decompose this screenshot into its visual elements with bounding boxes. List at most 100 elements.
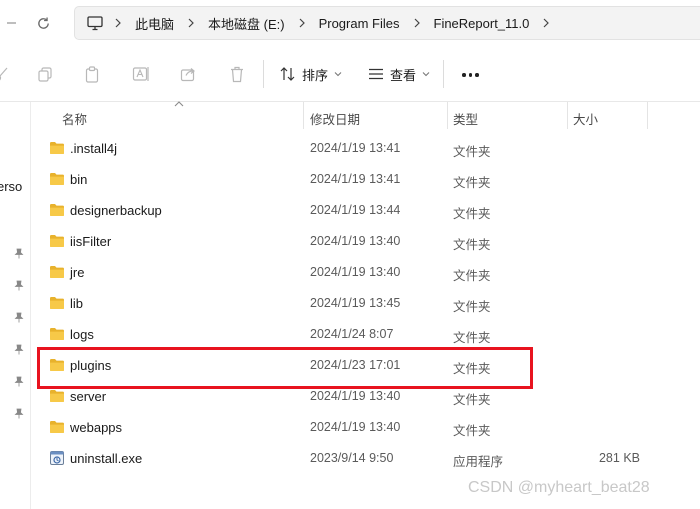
back-button[interactable] <box>0 12 22 34</box>
file-row-server[interactable]: server 2024/1/19 13:40 文件夹 <box>31 381 700 412</box>
file-name: plugins <box>70 358 112 373</box>
address-bar-row: 此电脑 本地磁盘 (E:) Program Files FineReport_1… <box>0 0 700 46</box>
pin-icon[interactable] <box>13 279 25 291</box>
chevron-right-icon[interactable] <box>535 18 557 28</box>
delete-icon[interactable] <box>227 64 247 84</box>
address-box[interactable]: 此电脑 本地磁盘 (E:) Program Files FineReport_1… <box>74 6 700 40</box>
file-date: 2024/1/19 13:45 <box>310 296 401 310</box>
file-name: bin <box>70 172 88 187</box>
chevron-right-icon[interactable] <box>291 18 313 28</box>
nav-item-partial[interactable]: erso <box>0 179 22 194</box>
file-row-iisfilter[interactable]: iisFilter 2024/1/19 13:40 文件夹 <box>31 226 700 257</box>
file-row-bin[interactable]: bin 2024/1/19 13:41 文件夹 <box>31 164 700 195</box>
folder-icon <box>49 389 65 403</box>
cut-icon[interactable] <box>0 64 12 84</box>
file-row-install4j[interactable]: .install4j 2024/1/19 13:41 文件夹 <box>31 133 700 164</box>
file-size: 281 KB <box>598 451 640 465</box>
pin-icon[interactable] <box>13 375 25 387</box>
sort-button[interactable]: 排序 <box>280 62 342 86</box>
chevron-right-icon[interactable] <box>406 18 428 28</box>
more-options-icon[interactable] <box>462 73 479 77</box>
file-date: 2024/1/19 13:40 <box>310 389 401 403</box>
file-type: 文件夹 <box>453 362 491 376</box>
column-header-name[interactable]: 名称 <box>62 109 87 128</box>
column-divider[interactable] <box>647 102 648 129</box>
file-row-uninstall-exe[interactable]: uninstall.exe 2023/9/14 9:50 应用程序 281 KB <box>31 443 700 474</box>
file-date: 2024/1/19 13:44 <box>310 203 401 217</box>
pin-icon[interactable] <box>13 311 25 323</box>
file-name: iisFilter <box>70 234 112 249</box>
file-row-plugins[interactable]: plugins 2024/1/23 17:01 文件夹 <box>31 350 700 381</box>
column-header-type[interactable]: 类型 <box>453 109 478 128</box>
breadcrumb-local-disk[interactable]: 本地磁盘 (E:) <box>202 14 291 33</box>
folder-icon <box>49 172 65 186</box>
folder-icon <box>49 141 65 155</box>
file-date: 2024/1/24 8:07 <box>310 327 394 341</box>
arrow-icon <box>7 22 16 24</box>
file-name: logs <box>70 327 94 342</box>
file-date: 2024/1/19 13:40 <box>310 234 401 248</box>
file-name: jre <box>70 265 85 280</box>
file-name: .install4j <box>70 141 117 156</box>
file-row-logs[interactable]: logs 2024/1/24 8:07 文件夹 <box>31 319 700 350</box>
file-date: 2024/1/19 13:41 <box>310 141 401 155</box>
file-date: 2024/1/23 17:01 <box>310 358 401 372</box>
file-type: 文件夹 <box>453 238 491 252</box>
refresh-button[interactable] <box>32 12 54 34</box>
file-date: 2024/1/19 13:40 <box>310 420 401 434</box>
command-toolbar: 排序 查看 <box>0 46 700 102</box>
view-icon <box>369 68 383 80</box>
file-type: 文件夹 <box>453 331 491 345</box>
navigation-pane: erso <box>0 102 31 509</box>
file-date: 2024/1/19 13:40 <box>310 265 401 279</box>
folder-icon <box>49 358 65 372</box>
toolbar-divider <box>443 60 444 88</box>
file-row-webapps[interactable]: webapps 2024/1/19 13:40 文件夹 <box>31 412 700 443</box>
view-label: 查看 <box>390 67 417 83</box>
breadcrumb-this-pc[interactable]: 此电脑 <box>129 14 180 33</box>
pin-icon[interactable] <box>13 247 25 259</box>
file-row-lib[interactable]: lib 2024/1/19 13:45 文件夹 <box>31 288 700 319</box>
column-header-size[interactable]: 大小 <box>573 109 598 128</box>
chevron-right-icon[interactable] <box>180 18 202 28</box>
breadcrumb-finereport[interactable]: FineReport_11.0 <box>428 16 536 31</box>
chevron-down-icon <box>422 72 430 77</box>
column-header-row: 名称 修改日期 类型 大小 <box>31 101 700 129</box>
file-name: webapps <box>70 420 123 435</box>
column-header-date[interactable]: 修改日期 <box>310 109 360 128</box>
column-divider[interactable] <box>567 102 568 129</box>
breadcrumb-program-files[interactable]: Program Files <box>313 16 406 31</box>
sort-label: 排序 <box>302 67 329 83</box>
column-divider[interactable] <box>303 102 304 129</box>
file-type: 应用程序 <box>453 455 504 469</box>
paste-icon[interactable] <box>82 64 102 84</box>
pin-icon[interactable] <box>13 407 25 419</box>
folder-icon <box>49 327 65 341</box>
file-type: 文件夹 <box>453 207 491 221</box>
folder-icon <box>49 296 65 310</box>
folder-icon <box>49 203 65 217</box>
chevron-right-icon[interactable] <box>107 18 129 28</box>
file-row-jre[interactable]: jre 2024/1/19 13:40 文件夹 <box>31 257 700 288</box>
folder-icon <box>49 234 65 248</box>
file-type: 文件夹 <box>453 145 491 159</box>
application-icon <box>49 450 65 465</box>
file-type: 文件夹 <box>453 424 491 438</box>
file-type: 文件夹 <box>453 176 491 190</box>
refresh-icon <box>37 17 49 29</box>
chevron-down-icon <box>334 72 342 77</box>
computer-icon[interactable] <box>87 15 107 31</box>
file-type: 文件夹 <box>453 269 491 283</box>
pin-icon[interactable] <box>13 343 25 355</box>
copy-icon[interactable] <box>35 64 55 84</box>
toolbar-divider <box>263 60 264 88</box>
file-row-designerbackup[interactable]: designerbackup 2024/1/19 13:44 文件夹 <box>31 195 700 226</box>
file-date: 2023/9/14 9:50 <box>310 451 394 465</box>
column-divider[interactable] <box>447 102 448 129</box>
share-icon[interactable] <box>178 64 198 84</box>
watermark: CSDN @myheart_beat28 <box>468 479 650 496</box>
folder-icon <box>49 265 65 279</box>
file-date: 2024/1/19 13:41 <box>310 172 401 186</box>
view-button[interactable]: 查看 <box>368 62 430 86</box>
rename-icon[interactable] <box>131 64 151 84</box>
